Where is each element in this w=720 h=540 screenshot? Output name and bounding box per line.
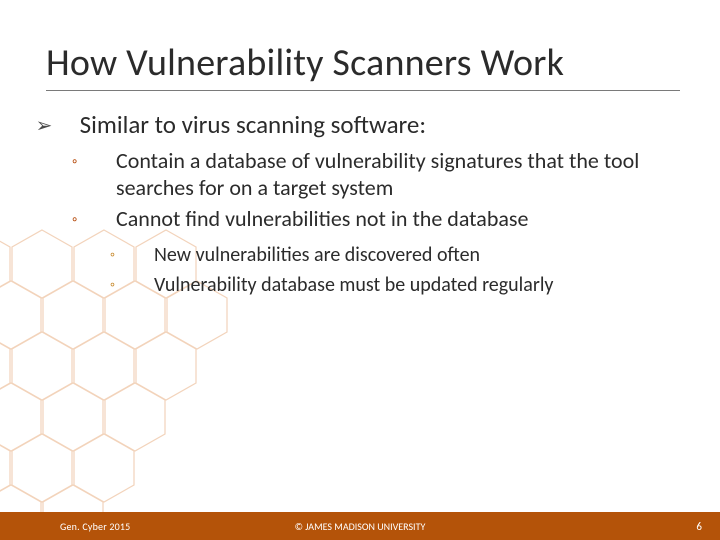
bullet-text: New vulnerabilities are discovered often [154,243,480,267]
bullet-list-lvl2: ◦Contain a database of vulnerability sig… [94,148,680,232]
list-item: ➢Similar to virus scanning software: [52,109,680,140]
list-item: ◦New vulnerabilities are discovered ofte… [132,242,680,268]
bullet-text: Cannot find vulnerabilities not in the d… [116,205,528,232]
arrow-bullet-icon: ➢ [58,113,80,138]
slide-title: How Vulnerability Scanners Work [46,40,680,91]
ring-bullet-icon: ◦ [132,246,154,264]
ring-bullet-icon: ◦ [94,211,116,229]
ring-bullet-icon: ◦ [132,276,154,294]
bullet-list-lvl1: ➢Similar to virus scanning software: [52,109,680,140]
bullet-text: Contain a database of vulnerability sign… [116,147,639,201]
ring-bullet-icon: ◦ [94,153,116,171]
footer-left: Gen. Cyber 2015 [60,520,130,533]
list-item: ◦Cannot find vulnerabilities not in the … [94,206,680,233]
footer-center: © JAMES MADISON UNIVERSITY [295,520,426,533]
slide-footer: Gen. Cyber 2015 © JAMES MADISON UNIVERSI… [0,512,720,540]
bullet-text: Similar to virus scanning software: [80,109,426,140]
slide-content: How Vulnerability Scanners Work ➢Similar… [0,0,720,298]
bullet-list-lvl3: ◦New vulnerabilities are discovered ofte… [132,242,680,298]
bullet-text: Vulnerability database must be updated r… [154,273,553,297]
list-item: ◦Vulnerability database must be updated … [132,272,680,298]
list-item: ◦Contain a database of vulnerability sig… [94,148,680,202]
page-number: 6 [696,520,702,533]
